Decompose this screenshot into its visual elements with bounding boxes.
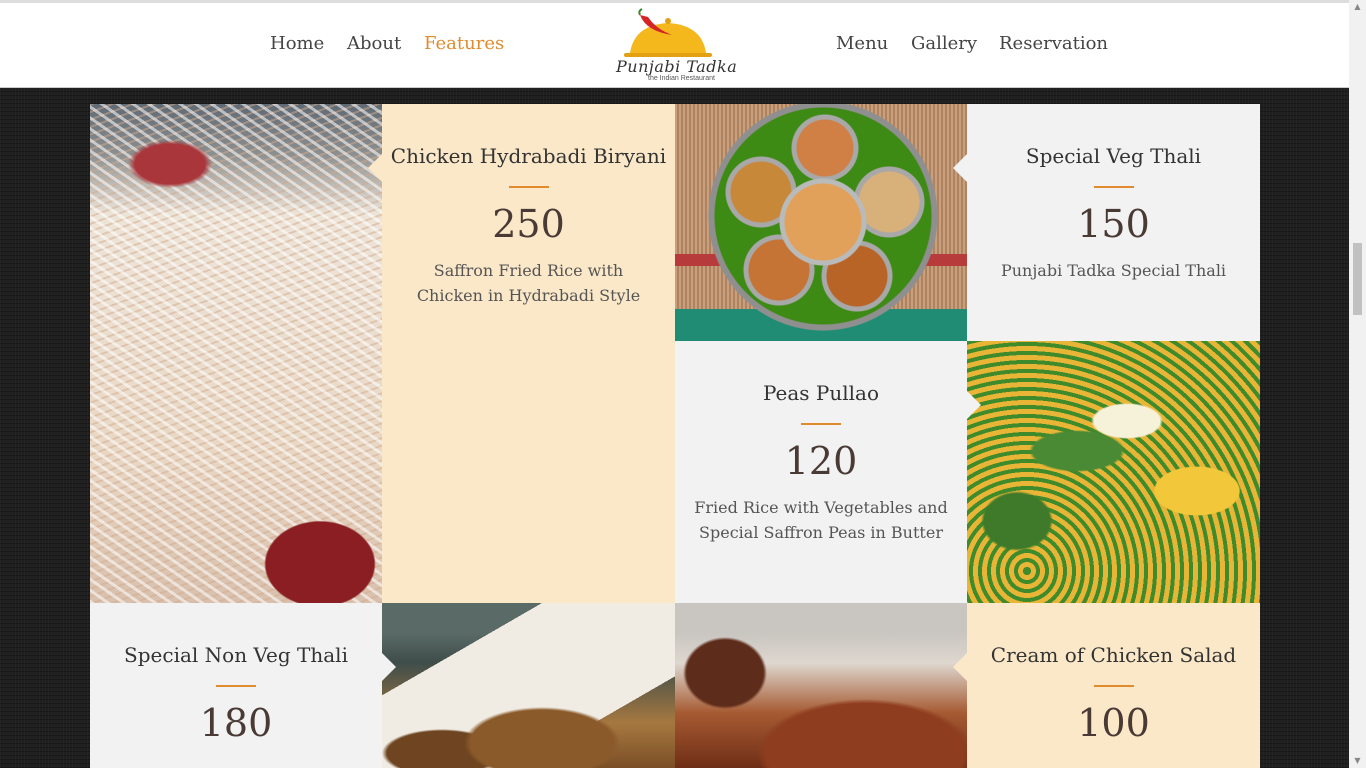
pointer-arrow [967,391,981,419]
divider [801,423,841,425]
pointer-arrow [953,154,967,182]
pointer-arrow [953,653,967,681]
nav-about-link[interactable]: About [347,33,401,54]
dish-title: Special Veg Thali [1025,144,1202,168]
vertical-scrollbar[interactable]: ▲ ▼ [1349,0,1366,768]
nav-menu-link[interactable]: Menu [836,33,888,54]
chicken-salad-image [675,603,967,768]
dish-title: Special Non Veg Thali [124,643,348,667]
dish-price: 250 [492,202,565,246]
logo-tagline: the Indian Restaurant [648,75,715,82]
non-veg-thali-image [382,603,675,768]
pointer-arrow [368,154,382,182]
restaurant-logo[interactable]: Punjabi Tadka the Indian Restaurant [612,7,737,89]
logo-name: Punjabi Tadka [616,57,738,76]
nav-gallery-link[interactable]: Gallery [911,33,977,54]
divider [1093,186,1134,188]
dish-price: 100 [1077,701,1150,745]
dish-price: 120 [784,439,858,483]
scroll-down-arrow-icon[interactable]: ▼ [1349,754,1366,768]
peas-pullao-image [967,341,1260,603]
divider [1093,685,1134,687]
menu-card-non-veg-thali[interactable]: Special Non Veg Thali 180 [90,603,396,768]
dish-title: Peas Pullao [762,381,880,405]
veg-thali-image [675,104,967,341]
biryani-image [90,104,382,603]
menu-card-chicken-salad[interactable]: Cream of Chicken Salad 100 [953,603,1260,768]
dish-title: Cream of Chicken Salad [990,643,1237,667]
menu-card-biryani[interactable]: Chicken Hydrabadi Biryani 250 Saffron Fr… [368,104,675,603]
dish-title: Chicken Hydrabadi Biryani [390,144,667,168]
dish-price: 180 [199,701,273,745]
menu-card-veg-thali[interactable]: Special Veg Thali 150 Punjabi Tadka Spec… [953,104,1260,341]
menu-card-peas-pullao[interactable]: Peas Pullao 120 Fried Rice with Vegetabl… [675,341,981,603]
nav-features-link[interactable]: Features [424,33,504,54]
pointer-arrow [382,653,396,681]
dish-description: Saffron Fried Rice with Chicken in Hydra… [416,261,641,305]
dish-description: Fried Rice with Vegetables and Special S… [694,498,948,542]
nav-home-link[interactable]: Home [270,33,324,54]
divider [508,186,549,188]
dish-price: 150 [1077,202,1150,246]
dish-description: Punjabi Tadka Special Thali [1000,261,1227,280]
top-navbar: Home About Features Punjabi Tadka the In… [0,0,1349,88]
scroll-up-arrow-icon[interactable]: ▲ [1349,0,1366,14]
nav-reservation-link[interactable]: Reservation [999,33,1108,54]
divider [216,685,256,687]
scrollbar-thumb[interactable] [1353,243,1362,315]
